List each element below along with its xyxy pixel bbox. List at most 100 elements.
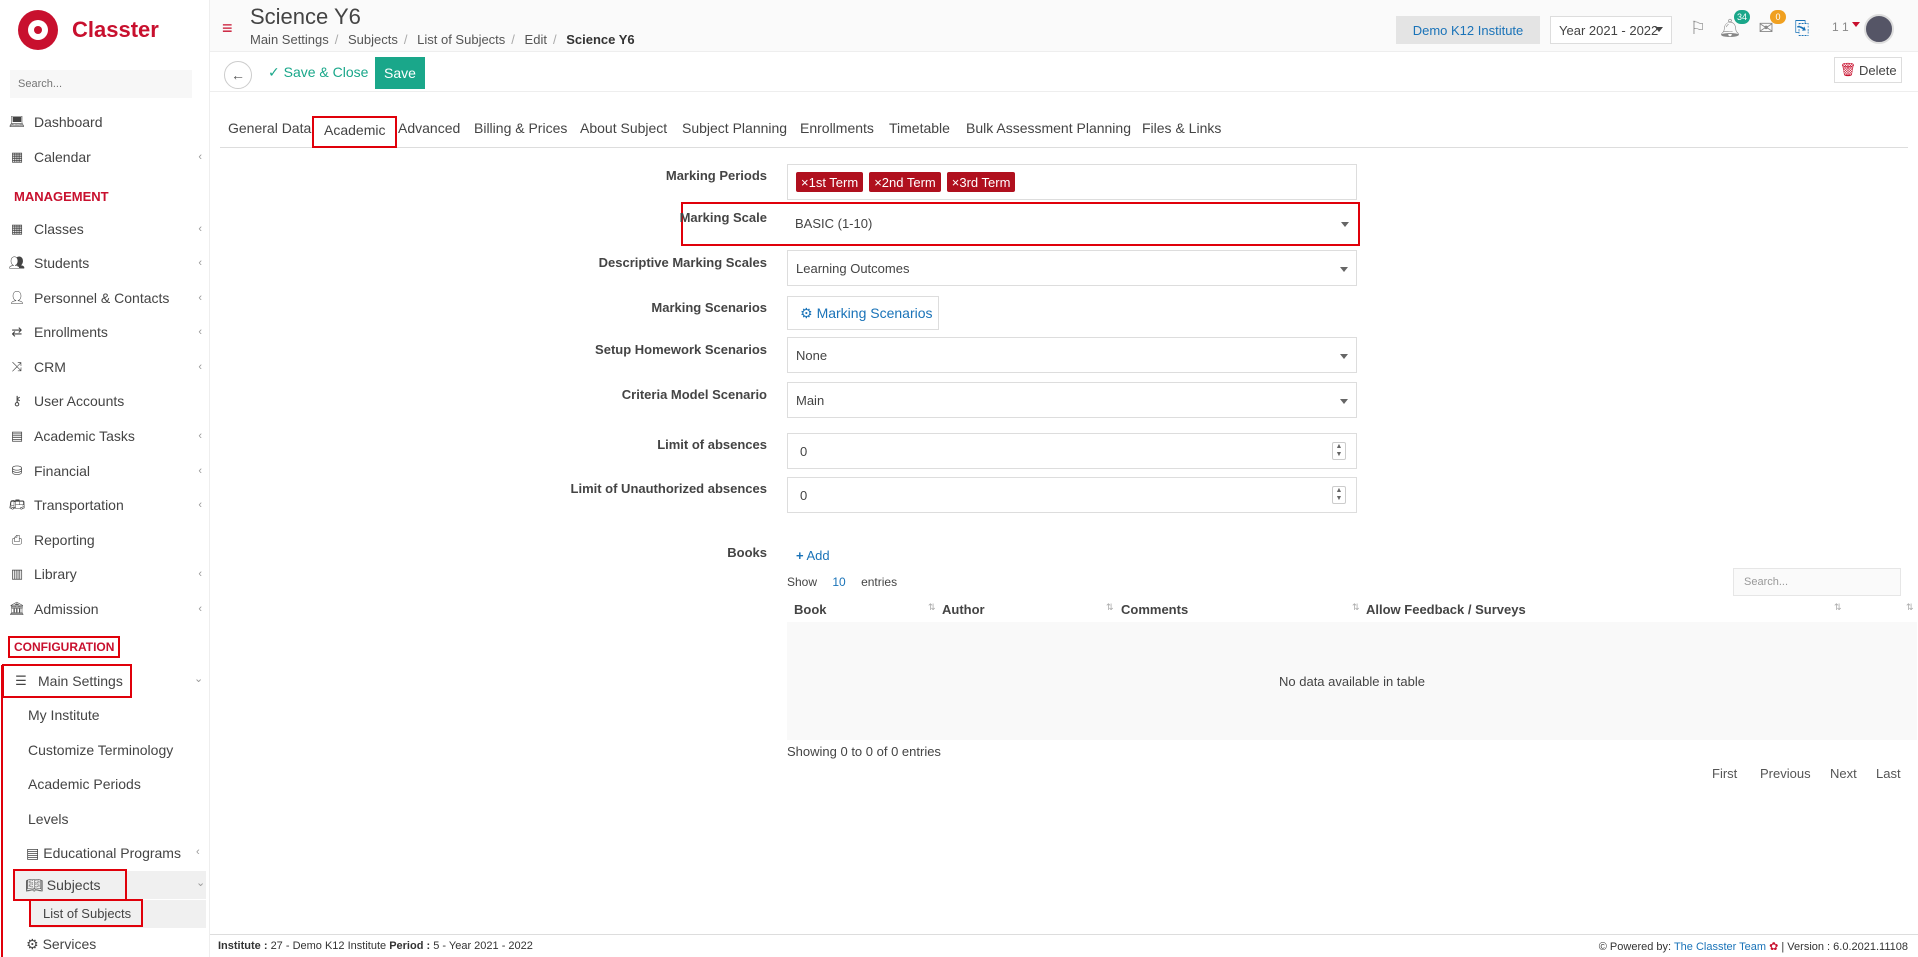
sidebar-item-dashboard[interactable]: 💻︎ Dashboard xyxy=(0,107,209,137)
spinner-icon[interactable]: ▲ ▼ xyxy=(1332,486,1346,504)
exchange-icon: ⇄ xyxy=(11,324,23,339)
pager-last[interactable]: Last xyxy=(1876,766,1901,781)
back-button[interactable]: ← xyxy=(224,61,252,89)
delete-button[interactable]: 🗑︎ Delete xyxy=(1834,57,1902,83)
footer: Institute : 27 - Demo K12 Institute Peri… xyxy=(210,934,1918,957)
homework-scenarios-select[interactable]: None xyxy=(787,337,1357,373)
tab-files-links[interactable]: Files & Links xyxy=(1142,120,1221,136)
layers-icon[interactable]: ⎘ xyxy=(1790,16,1814,40)
sidebar-item-academic-tasks[interactable]: ▤ Academic Tasks ‹ xyxy=(0,421,209,451)
sidebar-item-my-institute[interactable]: My Institute xyxy=(28,700,100,730)
sidebar: Classter 💻︎ Dashboard ▦ Calendar ‹ MANAG… xyxy=(0,0,210,957)
sidebar-item-main-settings[interactable]: ☰ Main Settings xyxy=(2,664,132,698)
sidebar-item-admission[interactable]: 🏛︎ Admission ‹ xyxy=(0,594,209,624)
tab-general-data[interactable]: General Data xyxy=(228,120,311,136)
caret-down-icon xyxy=(1340,267,1348,272)
sidebar-item-students[interactable]: 👥︎ Students ‹ xyxy=(0,248,209,278)
column-author[interactable]: Author xyxy=(942,602,985,617)
hamburger-menu-icon[interactable]: ≡ xyxy=(222,18,233,39)
trash-icon: 🗑︎ xyxy=(1839,62,1856,77)
limit-unauthorized-label: Limit of Unauthorized absences xyxy=(570,481,767,496)
sidebar-search-input[interactable] xyxy=(10,70,192,98)
sidebar-item-educational-programs[interactable]: ▤ Educational Programs xyxy=(26,838,181,868)
caret-down-icon xyxy=(1341,222,1349,227)
sidebar-item-user-accounts[interactable]: ⚷ User Accounts xyxy=(0,386,209,416)
toolbar: ← ✓ Save & Close Save 🗑︎ Delete xyxy=(210,52,1918,92)
column-book[interactable]: Book xyxy=(794,602,827,617)
sidebar-item-reporting[interactable]: ⎙ Reporting xyxy=(0,525,209,555)
year-select[interactable]: Year 2021 - 2022 xyxy=(1550,16,1672,44)
marking-scale-label: Marking Scale xyxy=(679,210,767,225)
tab-timetable[interactable]: Timetable xyxy=(889,120,950,136)
homework-scenarios-label: Setup Homework Scenarios xyxy=(595,342,767,357)
chevron-left-icon: ‹ xyxy=(198,465,202,477)
sidebar-item-financial[interactable]: ⛁ Financial ‹ xyxy=(0,456,209,486)
pager-next[interactable]: Next xyxy=(1830,766,1857,781)
limit-unauthorized-input[interactable]: 0 ▲ ▼ xyxy=(787,477,1357,513)
bell-icon[interactable]: 🔔︎ 34 xyxy=(1718,10,1750,40)
marking-period-tag-3[interactable]: ×3rd Term xyxy=(946,172,1016,192)
add-book-button[interactable]: + Add xyxy=(796,548,830,563)
user-caret-icon[interactable] xyxy=(1852,22,1860,27)
sidebar-item-academic-periods[interactable]: Academic Periods xyxy=(28,769,141,799)
tab-subject-planning[interactable]: Subject Planning xyxy=(682,120,787,136)
breadcrumb-main-settings[interactable]: Main Settings xyxy=(250,32,329,47)
breadcrumb-subjects[interactable]: Subjects xyxy=(348,32,398,47)
sort-icon[interactable]: ⇅ xyxy=(928,602,936,613)
column-allow-feedback[interactable]: Allow Feedback / Surveys xyxy=(1366,602,1526,617)
institute-button[interactable]: Demo K12 Institute xyxy=(1396,16,1540,44)
sort-icon[interactable]: ⇅ xyxy=(1106,602,1114,613)
sidebar-item-crm[interactable]: ⤨ CRM ‹ xyxy=(0,352,209,382)
marking-scale-select[interactable]: BASIC (1-10) xyxy=(787,206,1357,240)
sort-icon[interactable]: ⇅ xyxy=(1834,602,1842,613)
sidebar-item-customize-terminology[interactable]: Customize Terminology xyxy=(28,735,173,765)
breadcrumb-list-of-subjects[interactable]: List of Subjects xyxy=(417,32,505,47)
tab-about-subject[interactable]: About Subject xyxy=(580,120,667,136)
classter-logo-icon xyxy=(18,10,58,50)
user-avatar[interactable] xyxy=(1864,14,1894,44)
sort-icon[interactable]: ⇅ xyxy=(1352,602,1360,613)
criteria-model-select[interactable]: Main xyxy=(787,382,1357,418)
envelope-icon[interactable]: ✉ 0 xyxy=(1754,10,1786,40)
marking-period-tag-2[interactable]: ×2nd Term xyxy=(869,172,941,192)
save-button[interactable]: Save xyxy=(375,57,425,89)
marking-period-tag-1[interactable]: ×1st Term xyxy=(796,172,864,192)
arrow-left-icon: ← xyxy=(231,67,245,83)
app-name: Classter xyxy=(72,17,159,42)
sidebar-item-subjects[interactable]: 📖︎ Subjects xyxy=(13,869,127,901)
tab-bulk-assessment-planning[interactable]: Bulk Assessment Planning xyxy=(966,120,1131,136)
sidebar-item-personnel[interactable]: 👤︎ Personnel & Contacts ‹ xyxy=(0,283,209,313)
marking-scenarios-button[interactable]: ⚙ Marking Scenarios xyxy=(787,296,939,330)
tab-academic[interactable]: Academic xyxy=(312,116,398,148)
tab-advanced[interactable]: Advanced xyxy=(398,120,460,136)
app-logo[interactable]: Classter xyxy=(18,8,159,52)
classter-team-link[interactable]: The Classter Team xyxy=(1674,941,1766,953)
sidebar-item-library[interactable]: ▥ Library ‹ xyxy=(0,559,209,589)
program-icon: ▤ xyxy=(26,844,40,861)
tab-billing-prices[interactable]: Billing & Prices xyxy=(474,120,567,136)
table-search-input[interactable]: Search... xyxy=(1733,568,1901,596)
sidebar-item-enrollments[interactable]: ⇄ Enrollments ‹ xyxy=(0,317,209,347)
sidebar-item-transportation[interactable]: 🚌︎ Transportation ‹ xyxy=(0,490,209,520)
sidebar-item-calendar[interactable]: ▦ Calendar ‹ xyxy=(0,142,209,172)
spinner-icon[interactable]: ▲ ▼ xyxy=(1332,442,1346,460)
save-close-button[interactable]: ✓ Save & Close xyxy=(268,64,368,81)
caret-down-icon xyxy=(1340,354,1348,359)
descriptive-marking-scales-select[interactable]: Learning Outcomes xyxy=(787,250,1357,286)
flag-icon[interactable]: ⚐ xyxy=(1686,16,1710,40)
sidebar-item-classes[interactable]: ▦ Classes ‹ xyxy=(0,214,209,244)
pager-previous[interactable]: Previous xyxy=(1760,766,1811,781)
users-icon: 👥︎ xyxy=(8,255,26,270)
sidebar-item-services[interactable]: ⚙ Services xyxy=(26,932,96,956)
limit-absences-input[interactable]: 0 ▲ ▼ xyxy=(787,433,1357,469)
column-comments[interactable]: Comments xyxy=(1121,602,1188,617)
breadcrumb-edit[interactable]: Edit xyxy=(525,32,547,47)
pager-first[interactable]: First xyxy=(1712,766,1737,781)
tab-enrollments[interactable]: Enrollments xyxy=(800,120,874,136)
marking-periods-field[interactable]: ×1st Term ×2nd Term ×3rd Term xyxy=(787,164,1357,200)
sidebar-item-list-of-subjects[interactable]: List of Subjects xyxy=(29,899,143,927)
sidebar-item-levels[interactable]: Levels xyxy=(28,804,68,834)
bus-icon: 🚌︎ xyxy=(8,497,26,512)
sort-icon[interactable]: ⇅ xyxy=(1906,602,1914,613)
entries-count-select[interactable]: 10 xyxy=(832,575,845,589)
